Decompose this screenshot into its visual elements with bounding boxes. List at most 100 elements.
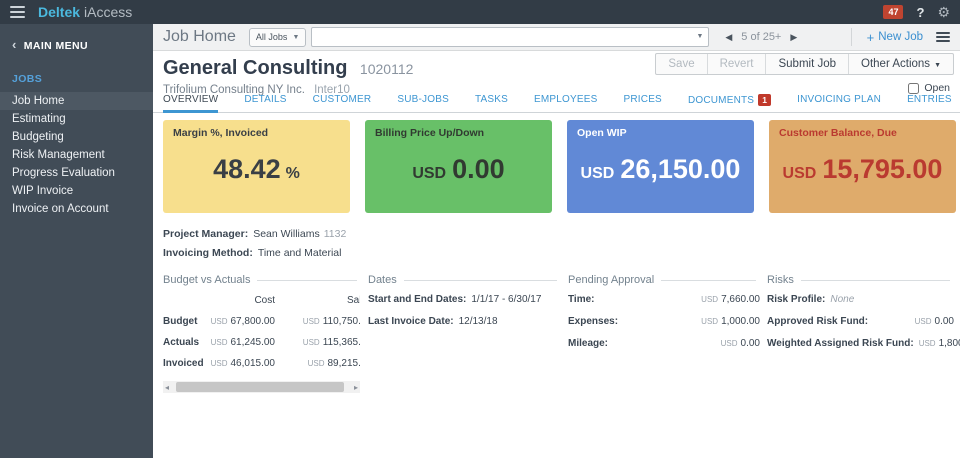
revert-button[interactable]: Revert: [707, 54, 766, 74]
tab-employees[interactable]: EMPLOYEES: [534, 94, 598, 113]
row-label: Time:: [568, 293, 595, 306]
amount: 115,365.00: [323, 337, 360, 348]
kpi-card-billing-price[interactable]: Billing Price Up/Down USD0.00: [365, 120, 552, 213]
plus-icon: +: [867, 30, 875, 45]
currency: USD: [721, 339, 738, 348]
tab-overview[interactable]: OVERVIEW: [163, 94, 218, 113]
kpi-card-customer-balance[interactable]: Customer Balance, Due USD15,795.00: [769, 120, 956, 213]
tab-prices[interactable]: PRICES: [624, 94, 662, 113]
help-icon[interactable]: ?: [916, 5, 924, 20]
horizontal-scrollbar[interactable]: ◂ ▸: [163, 381, 360, 393]
section-title-text: Dates: [368, 274, 397, 287]
divider: [257, 280, 357, 281]
tab-customer[interactable]: CUSTOMER: [313, 94, 372, 113]
tab-invoicing-plan[interactable]: INVOICING PLAN: [797, 94, 881, 113]
amount: 61,245.00: [231, 337, 276, 348]
invoicing-method-value: Time and Material: [258, 247, 342, 259]
tab-sub-jobs[interactable]: SUB-JOBS: [397, 94, 449, 113]
open-checkbox[interactable]: [908, 83, 919, 94]
kpi-cards: Margin %, Invoiced 48.42% Billing Price …: [153, 113, 960, 213]
sidebar-item-progress-evaluation[interactable]: Progress Evaluation: [0, 164, 153, 182]
topbar: Deltek iAccess 47 ? ⚙: [0, 0, 960, 24]
job-info: Project Manager:Sean Williams1132 Invoic…: [153, 213, 960, 260]
job-search-input[interactable]: [311, 27, 709, 47]
currency: USD: [303, 338, 320, 347]
main-menu-label: MAIN MENU: [24, 40, 88, 52]
project-manager-label: Project Manager:: [163, 228, 248, 240]
section-title-text: Budget vs Actuals: [163, 274, 250, 287]
section-title-text: Risks: [767, 274, 794, 287]
main-menu-back-button[interactable]: ‹MAIN MENU: [0, 24, 153, 52]
row-value: None: [830, 294, 854, 305]
sidebar: ‹MAIN MENU JOBS Job Home Estimating Budg…: [0, 24, 153, 458]
tab-documents[interactable]: DOCUMENTS1: [688, 94, 771, 113]
row-value: 1/1/17 - 6/30/17: [471, 294, 541, 305]
kpi-number: 0.00: [452, 154, 505, 184]
row-value: USD7,660.00: [701, 293, 760, 306]
job-number: 1020112: [360, 61, 413, 77]
amount: 89,215.00: [328, 358, 361, 369]
sidebar-item-risk-management[interactable]: Risk Management: [0, 146, 153, 164]
dates-row: Last Invoice Date:12/13/18: [368, 315, 561, 328]
job-filter-label: All Jobs: [256, 32, 288, 42]
sidebar-item-invoice-on-account[interactable]: Invoice on Account: [0, 200, 153, 218]
amount: 46,015.00: [231, 358, 276, 369]
kpi-value: USD15,795.00: [779, 154, 946, 185]
row-label: Start and End Dates:: [368, 294, 466, 305]
row-value: 12/13/18: [459, 316, 498, 327]
row-value: USD1,800.00: [919, 337, 960, 350]
next-record-icon[interactable]: ▶: [790, 32, 797, 43]
sidebar-item-estimating[interactable]: Estimating: [0, 110, 153, 128]
new-job-button[interactable]: + New Job: [867, 30, 923, 45]
open-checkbox-row: Open: [908, 82, 950, 94]
prev-record-icon[interactable]: ◀: [725, 32, 732, 43]
table-row: USD89,215.00 USD46,015.00 Invoiced: [163, 355, 360, 376]
menu-icon[interactable]: [10, 6, 25, 18]
scroll-right-icon[interactable]: ▸: [354, 383, 358, 392]
job-toolbar: Job Home All Jobs ▼ ▼ ◀ 5 of 25+ ▶ + New…: [153, 24, 960, 51]
sidebar-item-budgeting[interactable]: Budgeting: [0, 128, 153, 146]
table-row: USD110,750.00 USD67,800.00 Budget: [163, 313, 360, 334]
section-dates: Dates Start and End Dates: 1/1/17 - 6/30/…: [368, 274, 561, 393]
tab-entries[interactable]: ENTRIES: [907, 94, 952, 113]
divider: [404, 280, 557, 281]
amount: 0.00: [935, 316, 954, 327]
sidebar-item-wip-invoice[interactable]: WIP Invoice: [0, 182, 153, 200]
page-title: Job Home: [163, 28, 236, 46]
brand-product: iAccess: [84, 4, 132, 20]
tab-tasks[interactable]: TASKS: [475, 94, 508, 113]
amount: 7,660.00: [721, 294, 760, 305]
notification-badge[interactable]: 47: [883, 5, 903, 19]
chevron-down-icon[interactable]: ▼: [696, 33, 703, 40]
kpi-number: 15,795.00: [822, 154, 942, 184]
amount: 110,750.00: [323, 316, 360, 327]
topbar-actions: 47 ? ⚙: [883, 5, 950, 20]
risk-row: Weighted Assigned Risk Fund: USD1,800.00: [767, 337, 954, 350]
section-risks: Risks Risk Profile:None Approved Risk Fu…: [767, 274, 954, 393]
submit-job-button[interactable]: Submit Job: [765, 54, 848, 74]
other-actions-button[interactable]: Other Actions▼: [848, 54, 953, 74]
job-title-line: General Consulting 1020112: [163, 57, 413, 80]
row-label: Mileage:: [568, 337, 608, 350]
job-filter-dropdown[interactable]: All Jobs ▼: [249, 28, 306, 47]
chevron-down-icon: ▼: [934, 62, 941, 69]
kpi-card-open-wip[interactable]: Open WIP USD26,150.00: [567, 120, 754, 213]
sidebar-item-job-home[interactable]: Job Home: [0, 92, 153, 110]
row-label: Approved Risk Fund:: [767, 315, 868, 328]
budget-table-header: Sales Cost: [163, 293, 360, 313]
scroll-left-icon[interactable]: ◂: [165, 383, 169, 392]
save-button[interactable]: Save: [656, 54, 706, 74]
invoicing-method-label: Invoicing Method:: [163, 247, 253, 259]
currency: USD: [701, 317, 718, 326]
kpi-label: Customer Balance, Due: [779, 127, 946, 139]
kpi-value: 48.42%: [173, 154, 340, 185]
kpi-label: Billing Price Up/Down: [375, 127, 542, 139]
amount: 1,000.00: [721, 316, 760, 327]
kpi-card-margin-invoiced[interactable]: Margin %, Invoiced 48.42%: [163, 120, 350, 213]
tab-details[interactable]: DETAILS: [244, 94, 286, 113]
list-view-icon[interactable]: [936, 32, 950, 42]
row-label: Budget: [163, 316, 197, 327]
gear-icon[interactable]: ⚙: [937, 5, 950, 19]
divider: [801, 280, 950, 281]
scrollbar-thumb[interactable]: [176, 382, 344, 392]
